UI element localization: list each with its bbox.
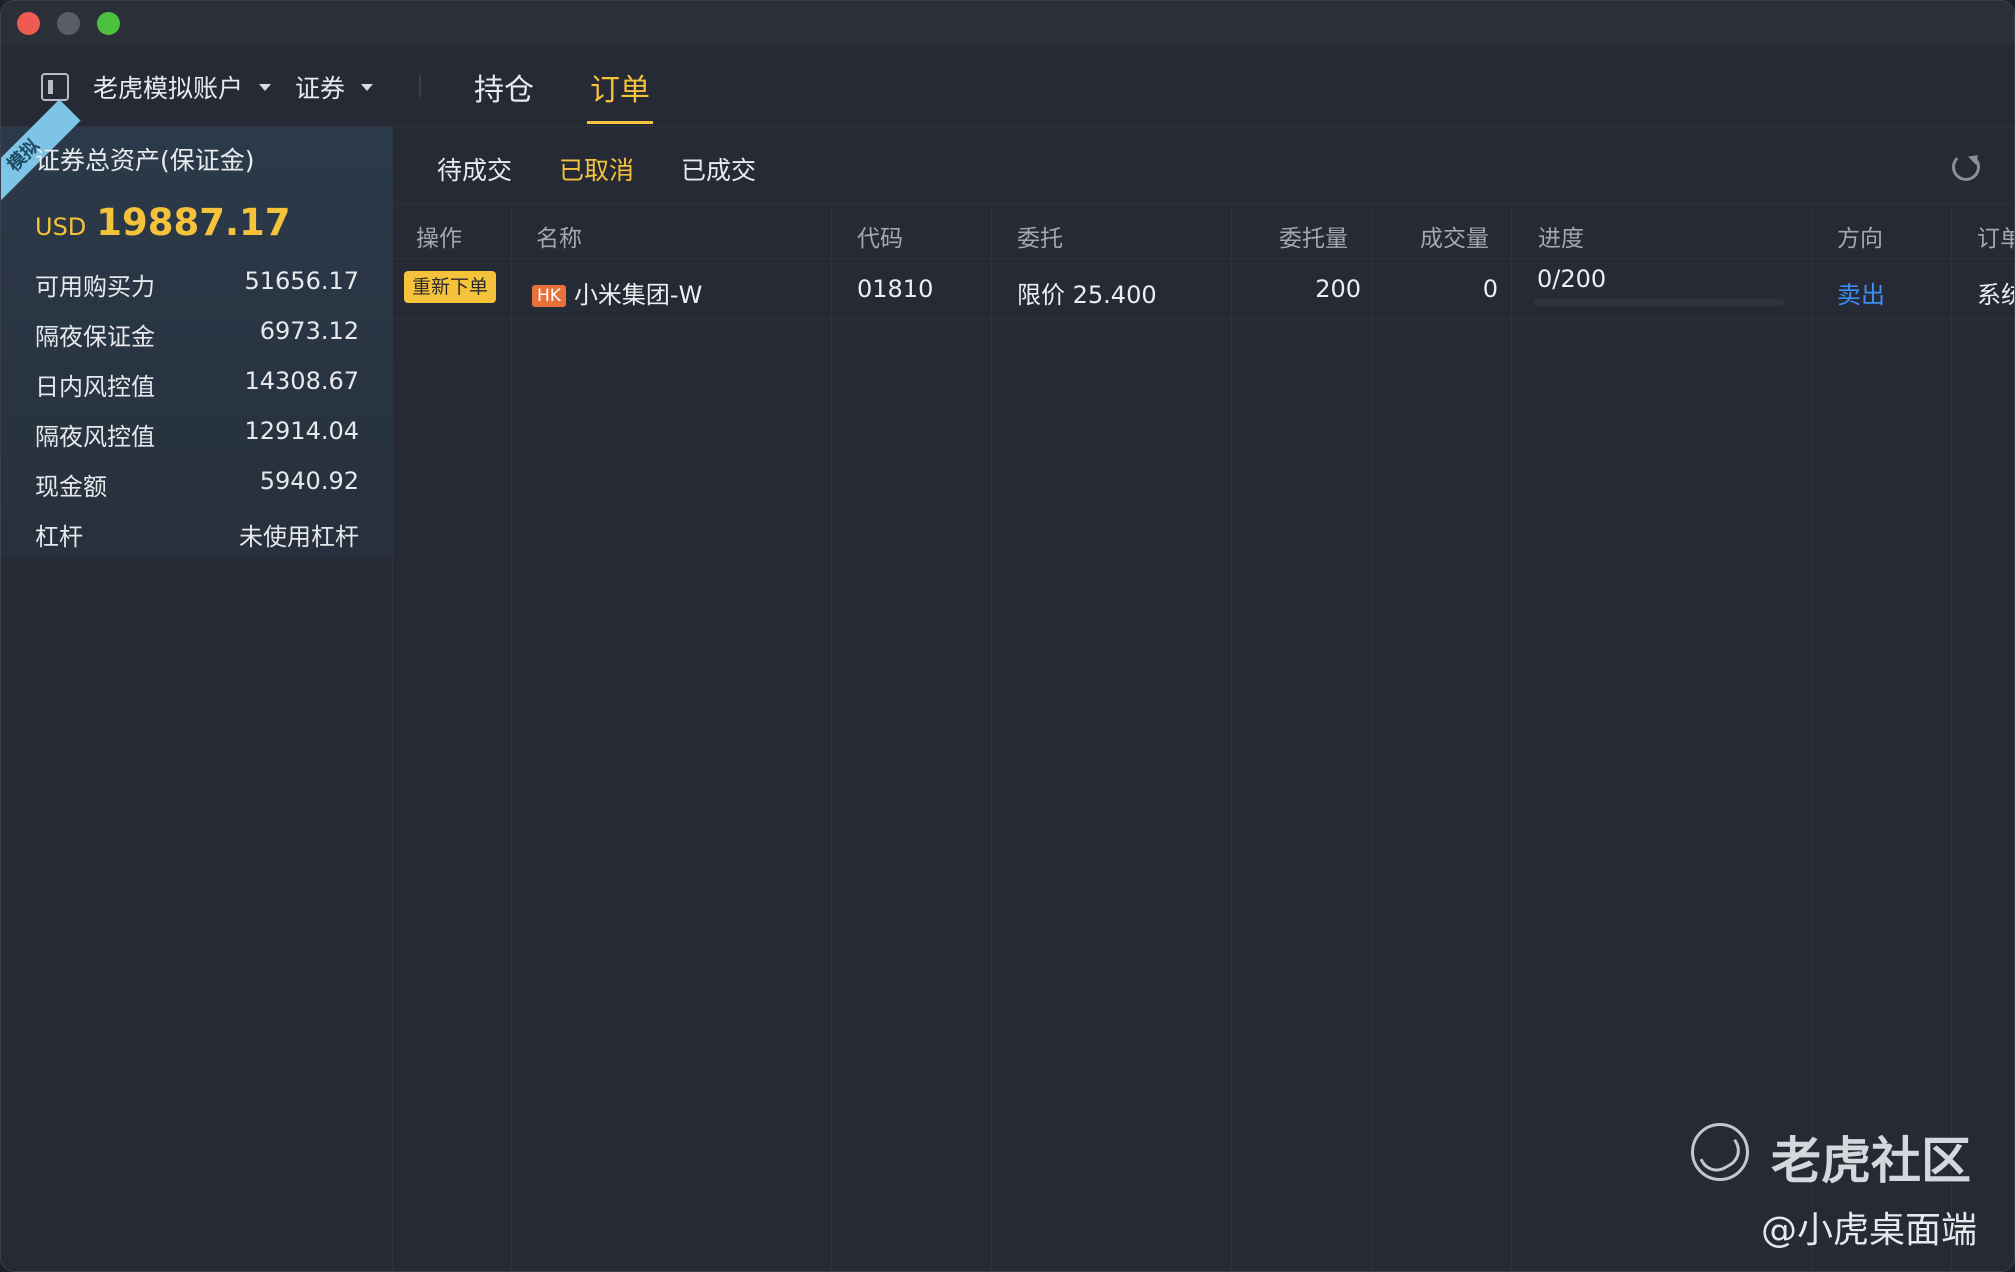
column-header[interactable]: 操作 (416, 219, 462, 253)
column-divider (1811, 207, 1812, 1271)
close-window-button[interactable] (17, 12, 40, 35)
tab-orders[interactable]: 订单 (590, 65, 650, 109)
column-divider (831, 207, 832, 1271)
order-price: 限价 25.400 (1017, 281, 1157, 309)
stat-label: 隔夜风控值 (35, 423, 155, 451)
column-divider (1371, 207, 1372, 1271)
column-header[interactable]: 订单 (1977, 219, 2014, 253)
column-divider (511, 207, 512, 1271)
total-asset: USD 19887.17 (35, 201, 291, 244)
stat-row: 日内风控值 14308.67 (35, 367, 359, 402)
stat-label: 杠杆 (35, 523, 83, 551)
stat-row: 现金额 5940.92 (35, 467, 359, 502)
column-header[interactable]: 成交量 (1420, 219, 1489, 253)
stat-value: 12914.04 (244, 417, 359, 445)
stat-label: 隔夜保证金 (35, 323, 155, 351)
filled-quantity: 0 (1482, 275, 1498, 303)
account-summary-panel: 模拟 证券总资产(保证金) USD 19887.17 可用购买力 51656.1… (1, 99, 393, 1271)
active-tab-indicator (587, 121, 653, 124)
maximize-window-button[interactable] (97, 12, 120, 35)
stat-row: 隔夜风控值 12914.04 (35, 417, 359, 452)
watermark-brand: 老虎社区 (1771, 1132, 1971, 1190)
account-selector[interactable]: 老虎模拟账户 (93, 69, 272, 105)
column-header[interactable]: 进度 (1538, 219, 1584, 253)
stat-row: 可用购买力 51656.17 (35, 267, 359, 302)
column-divider (1231, 207, 1232, 1271)
column-divider (991, 207, 992, 1271)
refresh-icon[interactable] (1952, 153, 1980, 181)
tab-pending[interactable]: 待成交 (437, 151, 512, 187)
order-status-tabs: 待成交 已取消 已成交 (394, 127, 2014, 205)
progress-bar (1534, 299, 1784, 306)
asset-summary: 模拟 证券总资产(保证金) USD 19887.17 可用购买力 51656.1… (1, 99, 393, 557)
asset-currency: USD (35, 213, 87, 241)
chevron-down-icon (259, 83, 272, 91)
stat-row: 杠杆 未使用杠杆 (35, 517, 359, 552)
account-name: 老虎模拟账户 (93, 74, 244, 103)
reorder-button[interactable]: 重新下单 (404, 271, 497, 303)
table-header: 操作 名称 代码 委托 委托量 成交量 进度 方向 订单 (394, 207, 2014, 259)
stat-label: 日内风控值 (35, 373, 155, 401)
order-direction: 卖出 (1837, 281, 1885, 309)
column-divider (1511, 207, 1512, 1271)
header-divider (419, 75, 421, 97)
order-source: 系统 (1977, 281, 2014, 309)
sidebar-toggle-icon[interactable] (41, 73, 69, 101)
minimize-window-button[interactable] (57, 12, 80, 35)
column-divider (1951, 207, 1952, 1271)
account-type: 证券 (295, 74, 346, 103)
header-bar: 老虎模拟账户 证券 持仓 订单 (1, 45, 2014, 127)
stock-code: 01810 (857, 275, 934, 303)
stat-value: 51656.17 (244, 267, 359, 295)
asset-title: 证券总资产(保证金) (35, 146, 255, 175)
asset-amount: 19887.17 (96, 201, 291, 244)
stat-label: 可用购买力 (35, 273, 155, 301)
column-header[interactable]: 委托 (1017, 219, 1063, 253)
orders-panel: 待成交 已取消 已成交 操作 名称 代码 委托 委托量 成交量 进度 方向 订单… (394, 127, 2014, 1271)
market-badge: HK (532, 285, 566, 307)
watermark-handle: @小虎桌面端 (1761, 1210, 1978, 1251)
stat-value: 14308.67 (244, 367, 359, 395)
tab-cancelled[interactable]: 已取消 (559, 151, 634, 187)
stat-value: 5940.92 (259, 467, 359, 495)
chevron-down-icon (361, 83, 374, 91)
progress-text: 0/200 (1537, 265, 1607, 293)
stock-name[interactable]: HK 小米集团-W (532, 275, 702, 310)
app-window: 老虎模拟账户 证券 持仓 订单 模拟 证券总资产(保证金) USD 19887.… (0, 0, 2015, 1272)
stat-label: 现金额 (35, 473, 107, 501)
table-row[interactable]: 重新下单 HK 小米集团-W 01810 限价 25.400 200 0 0/20… (394, 259, 2014, 319)
order-quantity: 200 (1315, 275, 1361, 303)
stat-value: 6973.12 (259, 317, 359, 345)
tab-positions[interactable]: 持仓 (474, 65, 534, 109)
stat-value: 未使用杠杆 (239, 523, 359, 551)
column-header[interactable]: 方向 (1837, 219, 1883, 253)
tab-filled[interactable]: 已成交 (681, 151, 756, 187)
stock-name-text: 小米集团-W (573, 281, 703, 309)
column-header[interactable]: 委托量 (1279, 219, 1348, 253)
column-header[interactable]: 名称 (536, 219, 582, 253)
title-bar (1, 1, 2014, 45)
account-type-selector[interactable]: 证券 (295, 69, 374, 105)
column-header[interactable]: 代码 (857, 219, 903, 253)
tiger-logo-icon (1691, 1123, 1749, 1181)
stat-row: 隔夜保证金 6973.12 (35, 317, 359, 352)
